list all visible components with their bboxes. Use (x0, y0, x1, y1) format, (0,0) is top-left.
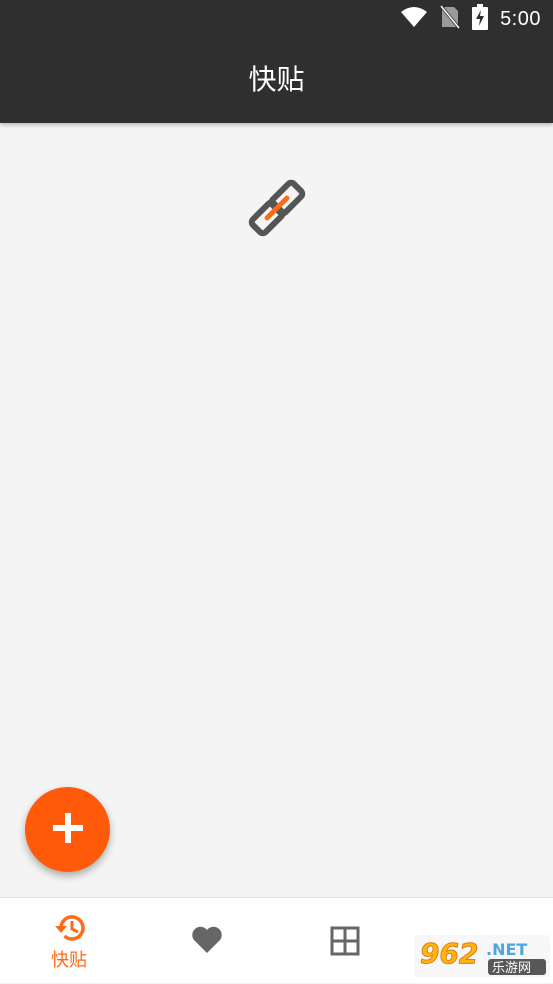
grid-icon (330, 926, 360, 960)
status-icons: 5:00 (400, 4, 541, 34)
battery-charging-icon (472, 4, 489, 34)
nav-item-grid[interactable] (276, 898, 414, 984)
history-icon (52, 912, 86, 948)
add-button[interactable] (25, 787, 110, 872)
no-sim-icon (439, 5, 461, 33)
nav-item-quick-paste[interactable]: 快贴 (0, 898, 138, 984)
page-title: 快贴 (248, 63, 305, 96)
svg-text:乐游网: 乐游网 (492, 961, 531, 976)
svg-text:962: 962 (420, 937, 478, 970)
plus-icon (51, 811, 85, 849)
nav-item-favorites[interactable] (138, 898, 276, 984)
app-bar: 快贴 (0, 38, 553, 123)
status-bar: 5:00 (0, 0, 553, 38)
watermark-logo: 962 .NET 乐游网 (414, 935, 550, 977)
wifi-icon (400, 6, 428, 32)
heart-icon (191, 925, 223, 959)
link-icon (245, 176, 309, 240)
nav-label-quick-paste: 快贴 (51, 950, 87, 971)
svg-text:.NET: .NET (486, 940, 527, 959)
status-time: 5:00 (500, 7, 541, 30)
content-area (0, 123, 553, 897)
